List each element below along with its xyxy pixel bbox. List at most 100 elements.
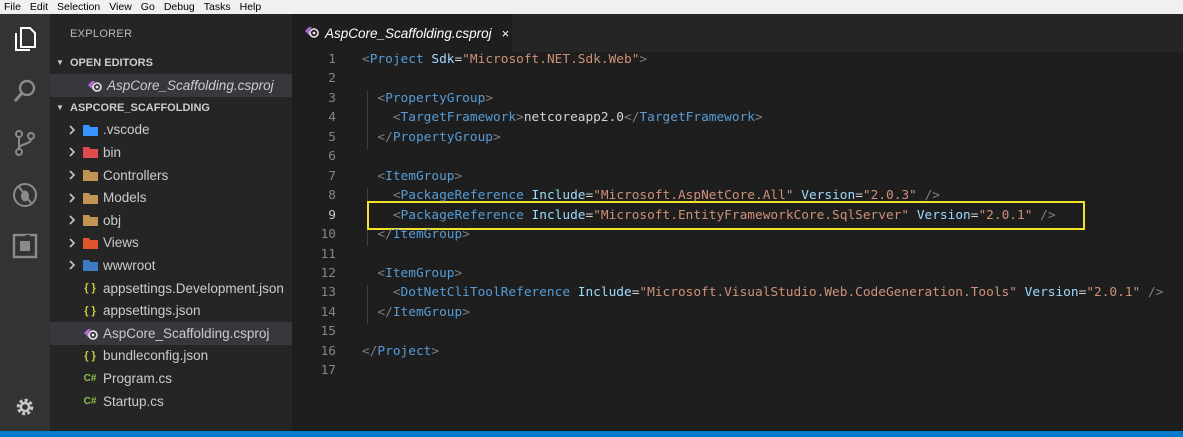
explorer-title: EXPLORER bbox=[70, 28, 133, 40]
source-control-icon[interactable] bbox=[10, 128, 40, 158]
code-editor[interactable]: 1 <Project Sdk="Microsoft.NET.Sdk.Web"> 2 3… bbox=[292, 52, 1183, 431]
vscode-folder-icon bbox=[82, 123, 98, 137]
menu-item-go[interactable]: Go bbox=[141, 0, 155, 14]
views-folder-icon bbox=[82, 236, 98, 250]
folder-controllers[interactable]: Controllers bbox=[50, 164, 292, 187]
file-label: Program.cs bbox=[103, 370, 173, 386]
line-number: 8 bbox=[328, 188, 336, 204]
line-number: 13 bbox=[320, 285, 336, 301]
menu-item-edit[interactable]: Edit bbox=[30, 0, 48, 14]
code-line: <Project Sdk="Microsoft.NET.Sdk.Web"> bbox=[362, 52, 648, 67]
json-icon: { } bbox=[84, 349, 96, 362]
chevron-right-icon bbox=[68, 238, 82, 248]
code-line: <PropertyGroup> bbox=[377, 90, 494, 106]
open-editors-header[interactable]: ▼ OPEN EDITORS bbox=[50, 52, 292, 74]
json-icon: { } bbox=[84, 282, 96, 295]
folder-label: wwwroot bbox=[103, 257, 156, 273]
csharp-icon: C# bbox=[83, 372, 97, 384]
folder-obj[interactable]: obj bbox=[50, 209, 292, 232]
file-item[interactable]: { } bundleconfig.json bbox=[50, 345, 292, 368]
chevron-right-icon bbox=[68, 170, 82, 180]
file-label: Startup.cs bbox=[103, 393, 164, 409]
line-number: 5 bbox=[328, 129, 336, 145]
folder-label: .vscode bbox=[103, 122, 150, 138]
menu-item-help[interactable]: Help bbox=[240, 0, 262, 14]
files-icon[interactable] bbox=[10, 24, 40, 54]
file-label: appsettings.json bbox=[103, 303, 201, 319]
line-number: 2 bbox=[328, 71, 336, 87]
line-number: 7 bbox=[328, 168, 336, 184]
code-line: <ItemGroup> bbox=[377, 265, 463, 281]
folder-icon bbox=[82, 191, 98, 205]
line-number: 4 bbox=[328, 110, 336, 126]
chevron-right-icon bbox=[68, 125, 82, 135]
caret-down-icon: ▼ bbox=[56, 58, 64, 67]
file-tree: .vscode bin Controllers Models obj Views wwwro… bbox=[50, 119, 292, 413]
folder-models[interactable]: Models bbox=[50, 186, 292, 209]
code-line: <PackageReference Include="Microsoft.Asp… bbox=[392, 188, 940, 204]
folder-label: Views bbox=[103, 235, 139, 251]
line-number: 1 bbox=[328, 52, 336, 67]
code-line: </PropertyGroup> bbox=[377, 129, 501, 145]
chevron-right-icon bbox=[68, 193, 82, 203]
chevron-right-icon bbox=[68, 260, 82, 271]
menu-item-file[interactable]: File bbox=[4, 0, 21, 14]
line-number: 12 bbox=[320, 265, 336, 281]
tab-label: AspCore_Scaffolding.csproj bbox=[325, 25, 492, 41]
line-number: 16 bbox=[320, 343, 336, 359]
csharp-icon: C# bbox=[83, 395, 97, 407]
line-number: 17 bbox=[320, 363, 336, 379]
project-header[interactable]: ▼ ASPCORE_SCAFFOLDING bbox=[50, 97, 292, 119]
file-label: AspCore_Scaffolding.csproj bbox=[103, 325, 270, 341]
json-icon: { } bbox=[84, 304, 96, 317]
search-icon[interactable] bbox=[10, 76, 40, 106]
file-item[interactable]: { } appsettings.json bbox=[50, 299, 292, 322]
menu-bar: File Edit Selection View Go Debug Tasks Help bbox=[0, 0, 1183, 14]
wwwroot-folder-icon bbox=[82, 258, 98, 272]
project-label: ASPCORE_SCAFFOLDING bbox=[70, 101, 210, 114]
folder-label: Controllers bbox=[103, 167, 169, 183]
menu-item-debug[interactable]: Debug bbox=[164, 0, 195, 14]
line-number: 9 bbox=[328, 207, 336, 223]
csproj-icon bbox=[82, 326, 98, 340]
folder-icon bbox=[82, 168, 98, 182]
tab-csproj[interactable]: AspCore_Scaffolding.csproj × bbox=[292, 14, 512, 52]
file-item[interactable]: AspCore_Scaffolding.csproj bbox=[50, 321, 292, 345]
folder-label: obj bbox=[103, 212, 122, 228]
code-line: <TargetFramework>netcoreapp2.0</TargetFr… bbox=[392, 110, 763, 126]
menu-item-view[interactable]: View bbox=[109, 0, 132, 14]
file-item[interactable]: C# Startup.cs bbox=[50, 390, 292, 413]
file-item[interactable]: { } appsettings.Development.json bbox=[50, 277, 292, 300]
folder-label: Models bbox=[103, 190, 147, 206]
caret-down-icon: ▼ bbox=[56, 102, 64, 112]
file-item[interactable]: C# Program.cs bbox=[50, 367, 292, 390]
open-editors-label: OPEN EDITORS bbox=[70, 57, 153, 69]
extensions-icon[interactable] bbox=[10, 231, 40, 261]
line-number: 6 bbox=[328, 149, 336, 165]
tab-bar: AspCore_Scaffolding.csproj × bbox=[292, 14, 1183, 52]
code-line: <DotNetCliToolReference Include="Microso… bbox=[392, 285, 1164, 301]
folder-views[interactable]: Views bbox=[50, 232, 292, 255]
settings-gear-icon[interactable] bbox=[10, 392, 40, 422]
menu-item-selection[interactable]: Selection bbox=[57, 0, 100, 14]
activity-bar bbox=[0, 14, 50, 431]
explorer-sidebar: EXPLORER ▼ OPEN EDITORS AspCore_Scaffold… bbox=[50, 14, 292, 431]
folder-icon bbox=[82, 213, 98, 227]
chevron-right-icon bbox=[68, 215, 82, 225]
folder-label: bin bbox=[103, 144, 122, 160]
folder-wwwroot[interactable]: wwwroot bbox=[50, 254, 292, 277]
folder-bin[interactable]: bin bbox=[50, 141, 292, 164]
menu-item-tasks[interactable]: Tasks bbox=[204, 0, 231, 14]
csproj-icon bbox=[86, 78, 102, 92]
code-line: <ItemGroup> bbox=[377, 168, 463, 184]
chevron-right-icon bbox=[68, 147, 82, 158]
debug-icon[interactable] bbox=[10, 180, 40, 210]
status-bar bbox=[0, 431, 1183, 437]
code-line: </ItemGroup> bbox=[377, 304, 470, 320]
line-number: 10 bbox=[320, 227, 336, 243]
open-editors-list: AspCore_Scaffolding.csproj bbox=[50, 74, 292, 97]
open-editor-item[interactable]: AspCore_Scaffolding.csproj bbox=[50, 74, 292, 97]
folder-vscode[interactable]: .vscode bbox=[50, 119, 292, 142]
close-icon[interactable]: × bbox=[502, 26, 510, 41]
csproj-icon bbox=[304, 25, 319, 41]
